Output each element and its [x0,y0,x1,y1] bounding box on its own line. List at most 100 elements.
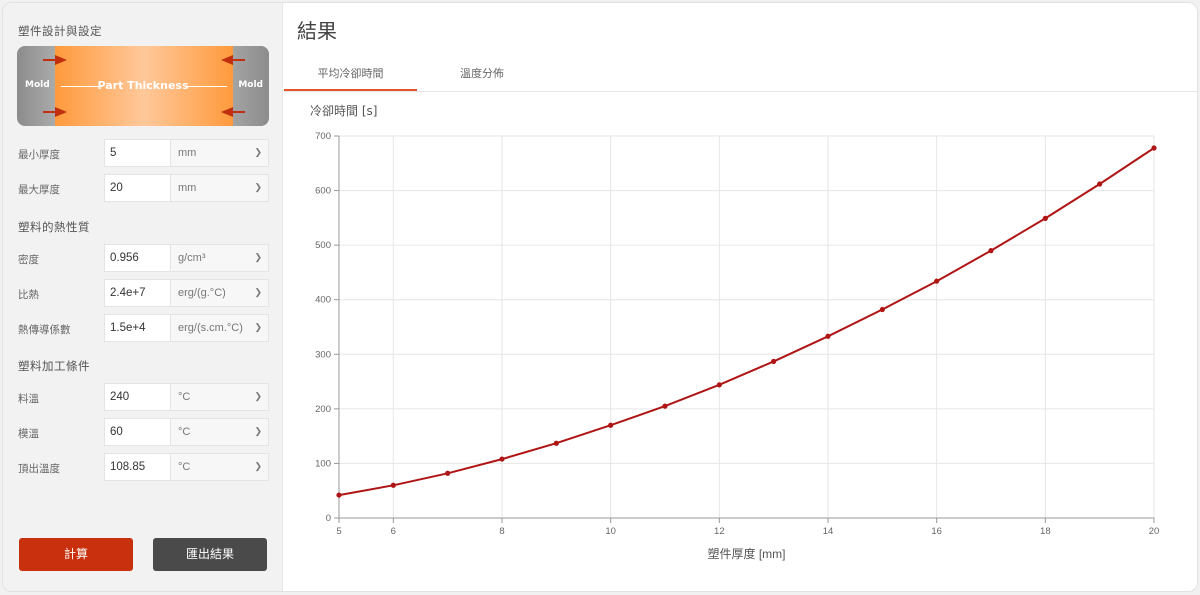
data-point [716,382,722,388]
design-section-title: 塑件設計與設定 [18,24,102,38]
eject-temp-unit-select[interactable]: °C ❯ [170,453,269,481]
mold-temp-label: 模溫 [18,428,39,440]
arrow-right-icon [55,55,67,65]
conductivity-row: 熱傳導係數 1.5e+4 erg/(s.cm.°C) ❯ [3,314,283,344]
melt-temp-unit-select[interactable]: °C ❯ [170,383,269,411]
tab-average-cooling-time[interactable]: 平均冷卻時間 [284,65,417,81]
arrow-left-icon [221,55,233,65]
specific-heat-unit-select[interactable]: erg/(g.°C) ❯ [170,279,269,307]
results-title: 結果 [297,19,337,43]
chevron-down-icon: ❯ [254,426,262,436]
export-results-button[interactable]: 匯出結果 [153,538,267,571]
y-tick-label: 100 [315,458,331,469]
arrow-stem-br [231,111,245,113]
data-point [1097,181,1103,187]
y-tick-label: 500 [315,240,331,251]
thickness-label: Part Thickness [97,79,189,92]
data-point [499,456,505,462]
unit-label: erg/(g.°C) [178,287,226,299]
melt-temp-row: 料溫 240 °C ❯ [3,383,283,413]
chevron-down-icon: ❯ [254,147,262,157]
x-tick-label: 14 [823,526,834,537]
x-tick-label: 16 [931,526,942,537]
series-line [338,147,1155,497]
data-point [988,248,994,254]
density-label: 密度 [18,254,39,266]
data-point [608,422,614,428]
density-unit-select[interactable]: g/cm³ ❯ [170,244,269,272]
max-thickness-label: 最大厚度 [18,184,60,196]
active-tab-indicator [284,89,417,91]
part-thickness-diagram: Mold Mold Part Thickness [17,46,269,126]
min-thickness-input[interactable]: 5 [104,139,170,167]
x-tick-label: 20 [1149,526,1160,537]
chevron-down-icon: ❯ [254,182,262,192]
density-input[interactable]: 0.956 [104,244,170,272]
eject-temp-label: 頂出溫度 [18,463,60,475]
unit-label: °C [178,391,191,403]
y-tick-label: 200 [315,404,331,415]
chevron-down-icon: ❯ [254,391,262,401]
melt-temp-input[interactable]: 240 [104,383,170,411]
x-axis-title: 塑件厚度 [mm] [708,546,786,561]
y-tick-label: 600 [315,186,331,197]
data-point [390,482,396,488]
x-tick-label: 8 [499,526,504,537]
arrow-stem-tr [231,59,245,61]
max-thickness-unit-select[interactable]: mm ❯ [170,174,269,202]
data-point [934,278,940,284]
unit-label: g/cm³ [178,252,206,264]
x-tick-label: 6 [391,526,396,537]
conductivity-unit-select[interactable]: erg/(s.cm.°C) ❯ [170,314,269,342]
conductivity-label: 熱傳導係數 [18,324,71,336]
app-window: 塑件設計與設定 Mold Mold Part Thickness 最小厚度 5 … [2,2,1198,592]
x-tick-label: 5 [336,526,341,537]
data-point [1151,145,1157,151]
data-point [445,470,451,476]
unit-label: mm [178,182,197,194]
results-tabs: 平均冷卻時間 溫度分佈 [284,58,1197,92]
data-point [336,492,342,498]
chart-title: 冷卻時間 [s] [310,104,378,118]
min-thickness-row: 最小厚度 5 mm ❯ [3,139,283,169]
chevron-down-icon: ❯ [254,461,262,471]
density-row: 密度 0.956 g/cm³ ❯ [3,244,283,274]
settings-sidebar: 塑件設計與設定 Mold Mold Part Thickness 最小厚度 5 … [3,3,283,591]
mold-temp-input[interactable]: 60 [104,418,170,446]
eject-temp-input[interactable]: 108.85 [104,453,170,481]
data-point [879,306,885,313]
data-point [825,333,831,339]
arrow-left-icon [221,107,233,117]
conductivity-input[interactable]: 1.5e+4 [104,314,170,342]
melt-temp-label: 料溫 [18,393,39,405]
y-tick-label: 0 [326,513,331,524]
mold-temp-unit-select[interactable]: °C ❯ [170,418,269,446]
y-tick-label: 700 [315,131,331,142]
x-tick-label: 12 [714,526,725,537]
max-thickness-row: 最大厚度 20 mm ❯ [3,174,283,204]
max-thickness-input[interactable]: 20 [104,174,170,202]
tab-temperature-distribution[interactable]: 溫度分佈 [417,65,547,81]
process-section-title: 塑料加工條件 [18,359,90,373]
min-thickness-label: 最小厚度 [18,149,60,161]
chevron-down-icon: ❯ [254,287,262,297]
unit-label: °C [178,426,191,438]
chevron-down-icon: ❯ [254,252,262,262]
min-thickness-unit-select[interactable]: mm ❯ [170,139,269,167]
unit-label: erg/(s.cm.°C) [178,322,243,334]
results-panel: 結果 平均冷卻時間 溫度分佈 冷卻時間 [s] 0 100 200 300 400 500… [284,3,1197,591]
mold-temp-row: 模溫 60 °C ❯ [3,418,283,448]
data-point [771,358,777,364]
unit-label: mm [178,147,197,159]
data-point [662,403,668,409]
specific-heat-row: 比熱 2.4e+7 erg/(g.°C) ❯ [3,279,283,309]
calculate-button[interactable]: 計算 [19,538,133,571]
specific-heat-label: 比熱 [18,289,39,301]
data-point [1042,215,1048,222]
eject-temp-row: 頂出溫度 108.85 °C ❯ [3,453,283,483]
thermal-section-title: 塑料的熱性質 [18,220,90,234]
x-tick-label: 18 [1040,526,1051,537]
unit-label: °C [178,461,191,473]
specific-heat-input[interactable]: 2.4e+7 [104,279,170,307]
chevron-down-icon: ❯ [254,322,262,332]
